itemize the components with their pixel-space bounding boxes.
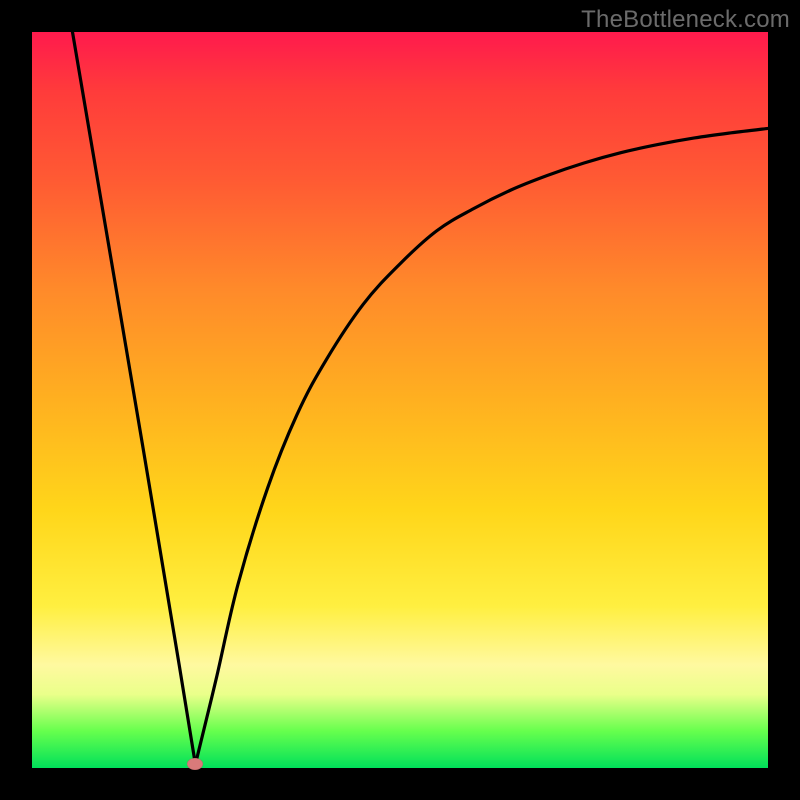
bottleneck-marker xyxy=(187,758,203,770)
chart-frame: TheBottleneck.com xyxy=(0,0,800,800)
bottleneck-curve xyxy=(32,32,768,768)
curve-left-segment xyxy=(72,32,195,764)
watermark-text: TheBottleneck.com xyxy=(581,6,790,34)
curve-right-segment xyxy=(195,128,768,764)
plot-area xyxy=(32,32,768,768)
